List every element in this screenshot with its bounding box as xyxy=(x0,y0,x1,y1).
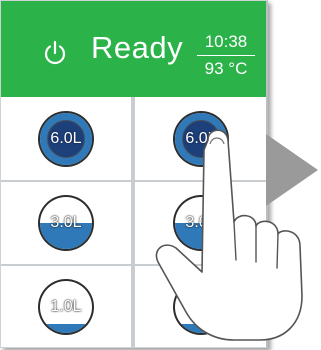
volume-label: 3.0L xyxy=(185,213,217,231)
volume-cell-3l-right[interactable]: 3.0L xyxy=(135,181,266,264)
volume-label: 6.0L xyxy=(50,129,82,147)
volume-label: 6.0L xyxy=(185,129,217,147)
temperature-display: 93 °C xyxy=(204,59,248,78)
volume-grid: 6.0L 6.0L 3.0L 3.0L 1.0L 1.0L xyxy=(1,97,266,347)
time-temperature-readout: 10:38 93 °C xyxy=(197,32,255,79)
volume-cell-6l-right[interactable]: 6.0L xyxy=(135,97,266,180)
volume-label: 1.0L xyxy=(185,297,217,315)
kettle-display: Ready 10:38 93 °C 6.0L 6.0L 3.0L 3.0L 1.… xyxy=(0,0,268,348)
volume-label: 1.0L xyxy=(50,297,82,315)
volume-button-6l[interactable]: 6.0L xyxy=(40,112,92,165)
power-icon[interactable] xyxy=(41,39,69,67)
status-header: Ready 10:38 93 °C xyxy=(1,1,266,97)
volume-cell-3l-left[interactable]: 3.0L xyxy=(1,181,133,264)
volume-button-3l[interactable]: 3.0L xyxy=(40,196,92,249)
volume-cell-1l-right[interactable]: 1.0L xyxy=(135,265,266,347)
arrow-right-icon[interactable] xyxy=(266,130,321,210)
volume-button-3l[interactable]: 3.0L xyxy=(175,196,227,249)
volume-button-6l[interactable]: 6.0L xyxy=(175,112,227,165)
status-label: Ready xyxy=(91,30,184,65)
volume-label: 3.0L xyxy=(50,213,82,231)
time-display: 10:38 xyxy=(197,32,255,56)
volume-cell-1l-left[interactable]: 1.0L xyxy=(1,265,133,347)
volume-cell-6l-left[interactable]: 6.0L xyxy=(1,97,133,180)
volume-button-1l[interactable]: 1.0L xyxy=(175,280,227,333)
volume-button-1l[interactable]: 1.0L xyxy=(40,280,92,333)
